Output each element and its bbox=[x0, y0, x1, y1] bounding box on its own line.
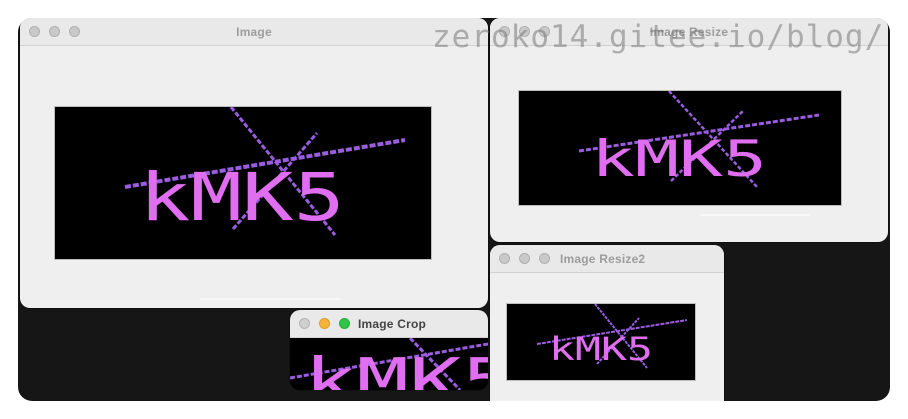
window-title-image-crop: Image Crop bbox=[358, 317, 427, 331]
captcha-graphic: kMK5 bbox=[578, 91, 820, 188]
captcha-graphic: kMK5 bbox=[290, 338, 488, 390]
close-button[interactable] bbox=[299, 318, 310, 329]
window-image-crop[interactable]: Image Crop kMK5 bbox=[290, 310, 488, 390]
captcha-text: kMK5 bbox=[591, 130, 767, 188]
window-image[interactable]: Image kMK5 bbox=[20, 18, 488, 308]
zoom-button[interactable] bbox=[539, 253, 550, 264]
watermark-text: zeroko14.gitee.io/blog/ bbox=[432, 19, 885, 55]
captcha-text: kMK5 bbox=[549, 330, 653, 368]
zoom-button[interactable] bbox=[339, 318, 350, 329]
close-button[interactable] bbox=[499, 253, 510, 264]
desktop-background: Image kMK5 Image Resize kMK5 Image Resiz… bbox=[18, 18, 890, 401]
window-title-image: Image bbox=[236, 25, 272, 39]
window-image-resize2[interactable]: Image Resize2 kMK5 bbox=[490, 245, 724, 401]
window-title-image-resize2: Image Resize2 bbox=[560, 252, 646, 266]
captcha-graphic: kMK5 bbox=[124, 107, 406, 236]
minimize-button[interactable] bbox=[519, 253, 530, 264]
captcha-image-resized2: kMK5 bbox=[506, 303, 696, 381]
titlebar-image-crop[interactable]: Image Crop bbox=[290, 310, 488, 338]
captcha-image: kMK5 bbox=[54, 106, 432, 260]
captcha-text: kMK5 bbox=[304, 346, 488, 390]
titlebar-image[interactable]: Image bbox=[20, 18, 488, 46]
titlebar-image-resize2[interactable]: Image Resize2 bbox=[490, 245, 724, 273]
captcha-text: kMK5 bbox=[139, 159, 345, 236]
window-edge-glare bbox=[200, 298, 340, 300]
captcha-image-cropped: kMK5 bbox=[290, 338, 488, 390]
minimize-button[interactable] bbox=[319, 318, 330, 329]
captcha-graphic: kMK5 bbox=[536, 304, 688, 369]
captcha-image-resized: kMK5 bbox=[518, 90, 842, 206]
window-edge-glare bbox=[700, 214, 810, 216]
